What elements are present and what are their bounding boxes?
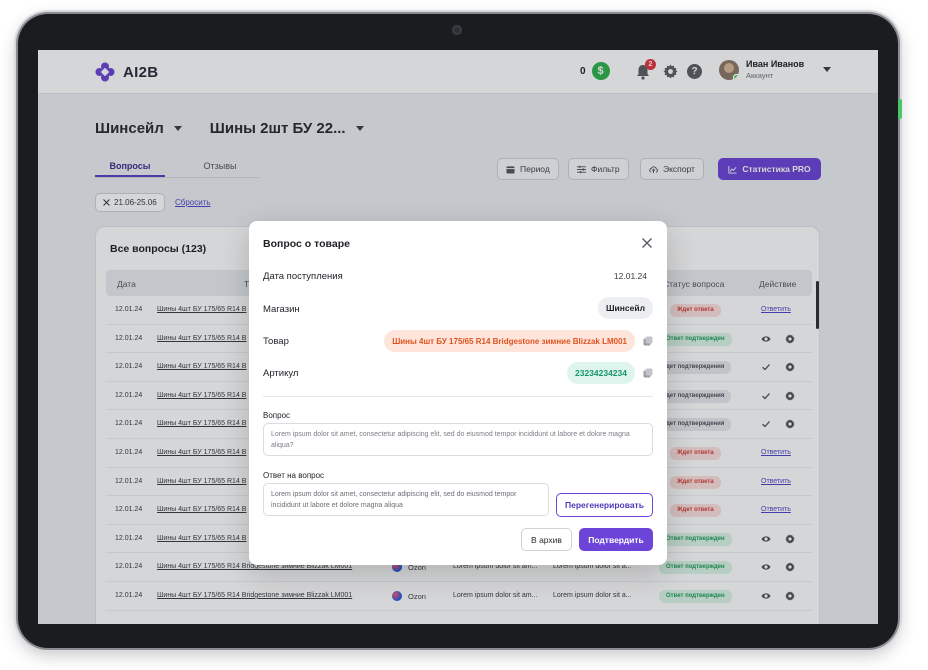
copy-icon[interactable]	[643, 336, 653, 346]
camera	[452, 25, 462, 35]
modal-title: Вопрос о товаре	[263, 238, 350, 250]
question-modal: Вопрос о товаре Дата поступления 12.01.2…	[249, 221, 667, 565]
article-value[interactable]: 23234234234	[566, 362, 635, 384]
confirm-button[interactable]: Подтвердить	[579, 528, 653, 551]
online-status-dot	[733, 73, 739, 80]
close-icon[interactable]	[641, 237, 653, 249]
date-label: Дата поступления	[263, 271, 343, 282]
product-label: Товар	[263, 336, 289, 347]
date-value: 12.01.24	[613, 271, 647, 281]
archive-button[interactable]: В архив	[521, 528, 572, 551]
regenerate-button[interactable]: Перегенерировать	[556, 493, 653, 517]
screen: AI2B 0 $ 2 ? Иван Иванов Аккаунт Шинсейл…	[38, 50, 878, 624]
shop-label: Магазин	[263, 304, 300, 315]
divider	[263, 396, 653, 397]
tablet-frame: AI2B 0 $ 2 ? Иван Иванов Аккаунт Шинсейл…	[18, 14, 902, 648]
question-label: Вопрос	[263, 411, 291, 420]
question-text: Lorem ipsum dolor sit amet, consectetur …	[263, 423, 653, 456]
product-value[interactable]: Шины 4шт БУ 175/65 R14 Bridgestone зимни…	[384, 330, 635, 352]
power-button	[898, 99, 902, 119]
shop-value: Шинсейл	[598, 297, 653, 319]
answer-label: Ответ на вопрос	[263, 471, 325, 480]
answer-textarea[interactable]: Lorem ipsum dolor sit amet, consectetur …	[263, 483, 549, 516]
article-label: Артикул	[263, 368, 299, 379]
copy-icon[interactable]	[643, 368, 653, 378]
